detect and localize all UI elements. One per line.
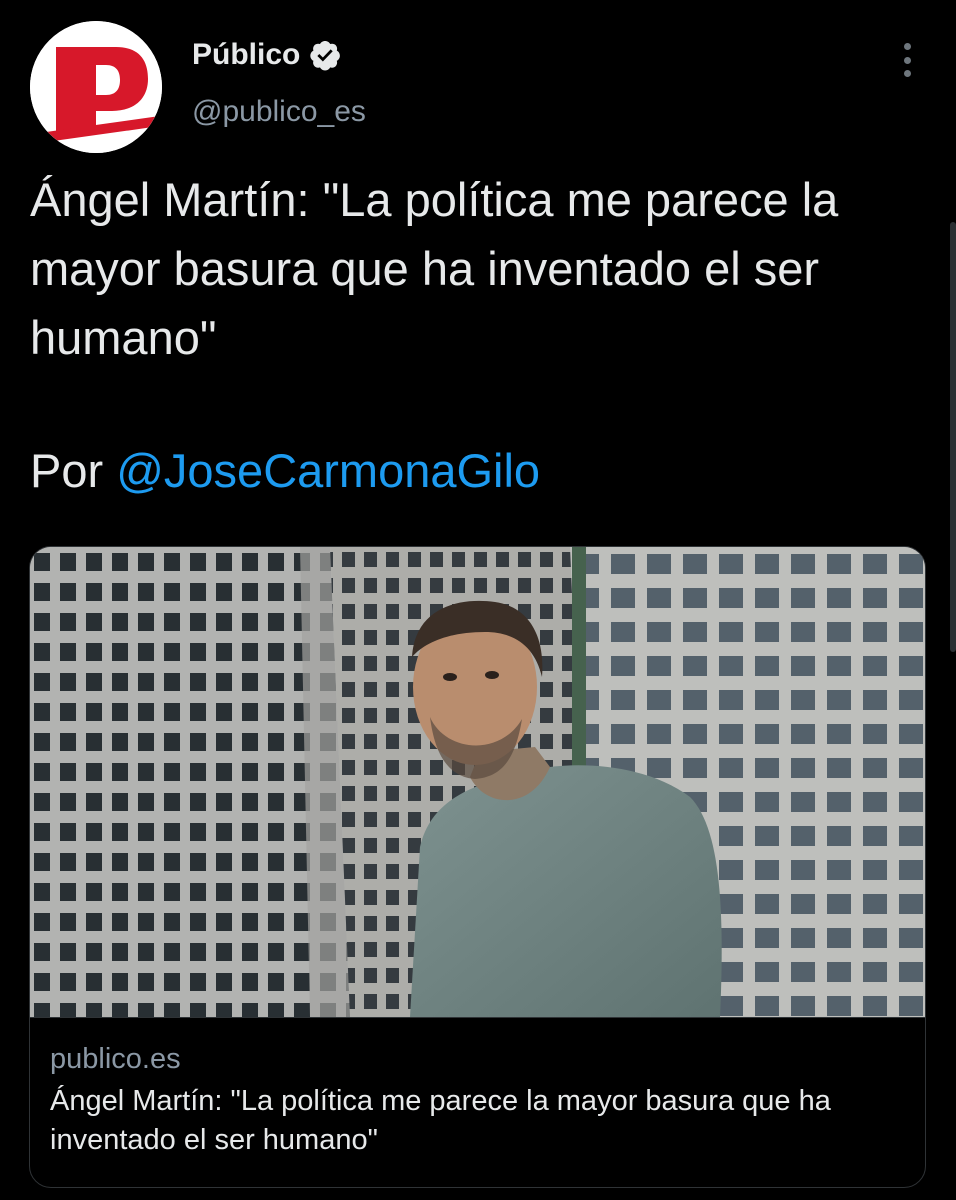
scrollbar[interactable] — [950, 222, 956, 652]
mention-link[interactable]: @JoseCarmonaGilo — [116, 444, 540, 497]
byline-prefix: Por — [30, 444, 104, 497]
link-card[interactable]: publico.es Ángel Martín: "La política me… — [29, 546, 926, 1188]
more-options-icon[interactable] — [895, 40, 919, 80]
card-meta[interactable]: publico.es Ángel Martín: "La política me… — [30, 1017, 925, 1160]
author-display-name[interactable]: Público — [192, 38, 300, 72]
tweet-text: Ángel Martín: "La política me parece la … — [30, 173, 839, 364]
card-image[interactable] — [30, 547, 925, 1017]
verified-badge-icon — [308, 38, 342, 72]
author-handle[interactable]: @publico_es — [192, 95, 366, 129]
card-domain: publico.es — [50, 1043, 181, 1075]
publico-logo: P — [30, 21, 162, 153]
avatar[interactable]: P — [30, 21, 162, 153]
author-name-row[interactable]: Público — [192, 38, 342, 72]
tweet-byline: Por @JoseCarmonaGilo — [30, 441, 540, 501]
card-title: Ángel Martín: "La política me parece la … — [50, 1085, 831, 1156]
